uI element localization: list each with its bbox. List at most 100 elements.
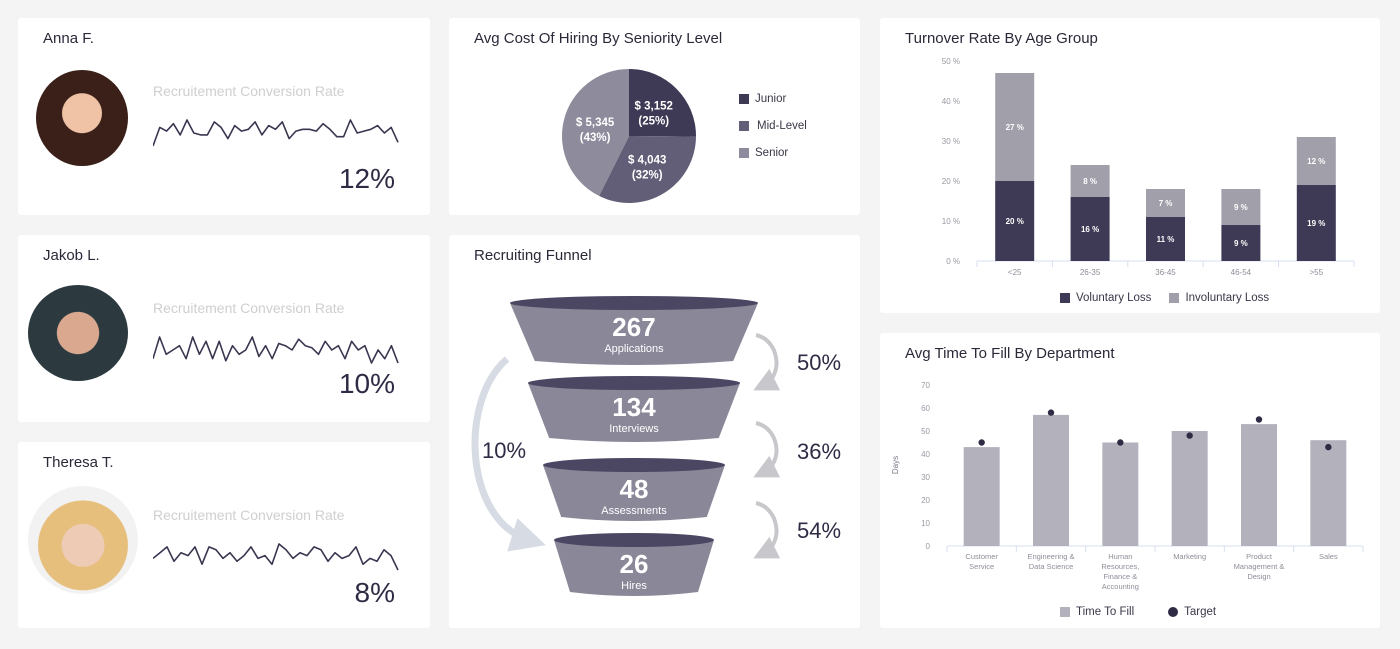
y-tick-label: 40 (921, 450, 930, 459)
legend-label: Mid-Level (757, 120, 807, 132)
funnel-stage-label: Interviews (609, 423, 659, 435)
bar (1241, 424, 1277, 546)
sparkline-path (153, 543, 399, 571)
pie-value-label: $ 4,043 (628, 155, 666, 167)
legend-swatch (1060, 293, 1070, 303)
pie-chart: $ 3,152 (25%) $ 4,043 (32%) $ 5,345 (43%) (562, 69, 696, 204)
legend-item: Involuntary Loss (1169, 292, 1269, 304)
conversion-arrow (753, 333, 781, 391)
funnel-stage-value: 267 (612, 312, 655, 342)
conversion-rate: 36% (797, 439, 841, 464)
bar (963, 447, 1000, 546)
bar-value-label: 20 % (1006, 217, 1024, 226)
person-card-theresa: Theresa T. Recruitement Conversion Rate … (18, 442, 430, 628)
y-axis-label: Days (891, 456, 900, 474)
funnel-chart: 267Applications 134Interviews 48Assessment… (471, 296, 841, 596)
legend-label: Time To Fill (1076, 606, 1135, 618)
pie-percent-label: (43%) (580, 132, 611, 144)
overall-conversion-rate: 10% (482, 438, 526, 463)
target-dot (1117, 439, 1124, 446)
metric-value: 12% (338, 163, 395, 194)
bar-value-label: 19 % (1307, 219, 1325, 228)
y-tick-label: 30 (921, 473, 930, 482)
metric-label: Recruitement Conversion Rate (153, 300, 345, 316)
sparkline (153, 119, 399, 147)
metric-label: Recruitement Conversion Rate (153, 83, 345, 99)
y-tick-label: 50 % (942, 57, 960, 66)
x-tick-label: Management & (1234, 562, 1285, 571)
x-tick-label: Design (1247, 572, 1270, 581)
legend-swatch (739, 94, 749, 104)
time-to-fill-card: Avg Time To Fill By Department 0 10 20 30 40… (880, 333, 1380, 628)
metric-label: Recruitement Conversion Rate (153, 507, 345, 523)
x-tick-label: >55 (1310, 268, 1324, 277)
legend-label: Junior (755, 93, 787, 105)
x-tick-label: Service (969, 562, 994, 571)
person-card-anna: Anna F. Recruitement Conversion Rate 12% (18, 18, 430, 215)
target-dot (1186, 432, 1193, 439)
target-dot (1047, 409, 1055, 416)
x-tick-label: Resources, (1101, 562, 1139, 571)
chart-title: Avg Cost Of Hiring By Seniority Level (474, 30, 723, 47)
bar-value-label: 11 % (1157, 235, 1175, 244)
chart-legend: Time To Fill Target (1060, 606, 1234, 618)
bar (1171, 431, 1208, 546)
legend-item: Mid-Level (739, 120, 807, 132)
legend-label: Voluntary Loss (1076, 292, 1152, 304)
conversion-arrow (753, 501, 781, 559)
metric-value: 10% (338, 368, 395, 399)
legend-swatch (1169, 293, 1180, 303)
y-tick-label: 70 (921, 381, 930, 390)
y-tick-label: 50 (921, 427, 930, 436)
x-tick-label: 36-45 (1155, 268, 1176, 277)
funnel-stage-value: 134 (612, 392, 656, 422)
y-tick-label: 0 % (946, 257, 960, 266)
bar (1033, 414, 1069, 546)
legend-swatch (1060, 607, 1070, 617)
bar-value-label: 9 % (1234, 203, 1248, 212)
pie-percent-label: (25%) (638, 115, 669, 127)
funnel-stage-rim (510, 296, 758, 310)
legend-item: Senior (739, 147, 807, 159)
legend-label: Senior (755, 147, 789, 159)
sparkline-path (153, 119, 399, 147)
y-tick-label: 30 % (942, 137, 960, 146)
legend-swatch (739, 121, 749, 131)
pie-legend: Junior Mid-Level Senior (739, 93, 825, 174)
legend-item: Time To Fill (1060, 606, 1134, 618)
x-tick-label: Engineering & (1027, 552, 1074, 561)
person-name: Anna F. (43, 30, 94, 47)
avatar (36, 70, 128, 166)
bar-value-label: 8 % (1083, 177, 1097, 186)
funnel-stage-value: 48 (620, 474, 649, 504)
y-tick-label: 20 % (942, 177, 960, 186)
avatar (28, 285, 128, 381)
legend-label: Involuntary Loss (1185, 292, 1270, 304)
recruiting-funnel-card: Recruiting Funnel 267 Applications 134 Inte… (449, 235, 860, 628)
sparkline (153, 543, 399, 571)
y-tick-label: 10 (921, 519, 930, 528)
y-tick-label: 40 % (942, 97, 960, 106)
person-card-jakob: Jakob L. Recruitement Conversion Rate 10… (18, 235, 430, 422)
conversion-arrow (753, 421, 781, 478)
hiring-cost-card: Avg Cost Of Hiring By Seniority Level $ … (449, 18, 860, 215)
y-tick-label: 60 (921, 404, 930, 413)
bar-value-label: 9 % (1234, 239, 1248, 248)
x-tick-label: 26-35 (1080, 268, 1101, 277)
conversion-rate: 50% (797, 350, 841, 375)
bar (1310, 440, 1347, 546)
x-tick-label: Product (1246, 552, 1273, 561)
legend-item: Junior (739, 93, 807, 105)
legend-dot (1168, 607, 1179, 617)
x-tick-label: Data Science (1029, 562, 1074, 571)
funnel-stage-label: Applications (604, 343, 664, 355)
funnel-stage-rim (554, 533, 714, 547)
funnel-stage-label: Assessments (601, 505, 667, 517)
funnel-stage-rim (543, 458, 725, 472)
bar-value-label: 12 % (1307, 157, 1325, 166)
sparkline (153, 336, 399, 364)
metric-value: 8% (354, 577, 395, 608)
bar-value-label: 16 % (1081, 225, 1099, 234)
funnel-stage-value: 26 (620, 549, 649, 579)
pie-value-label: $ 5,345 (576, 117, 615, 129)
